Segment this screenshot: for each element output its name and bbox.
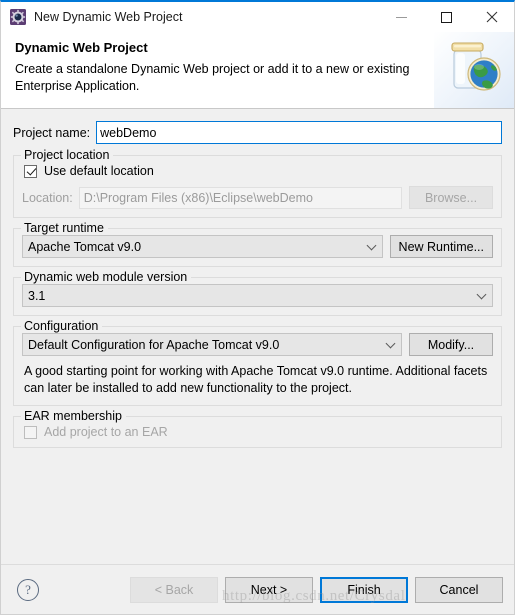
help-icon[interactable]: ? bbox=[17, 578, 39, 601]
dialog-footer: ? < Back Next > Finish Cancel bbox=[1, 564, 514, 614]
module-version-group: Dynamic web module version 3.1 bbox=[13, 270, 502, 316]
use-default-location-label: Use default location bbox=[44, 164, 154, 178]
location-label: Location: bbox=[22, 190, 73, 205]
module-version-group-title: Dynamic web module version bbox=[21, 270, 192, 284]
use-default-location-checkbox[interactable] bbox=[24, 164, 37, 178]
dialog-body: Project name: Project location Use defau… bbox=[1, 109, 514, 564]
use-default-location-row[interactable]: Use default location bbox=[24, 164, 493, 178]
ear-membership-group: EAR membership Add project to an EAR bbox=[13, 409, 502, 448]
module-version-combo[interactable]: 3.1 bbox=[22, 284, 493, 307]
project-name-row: Project name: bbox=[13, 121, 502, 144]
next-button[interactable]: Next > bbox=[225, 576, 313, 603]
configuration-row: Default Configuration for Apache Tomcat … bbox=[22, 333, 493, 356]
minimize-button[interactable] bbox=[379, 2, 424, 32]
chevron-down-icon bbox=[476, 289, 487, 299]
finish-button[interactable]: Finish bbox=[320, 576, 408, 603]
target-runtime-combo[interactable]: Apache Tomcat v9.0 bbox=[22, 235, 383, 258]
window-controls bbox=[379, 2, 514, 32]
target-runtime-group: Target runtime Apache Tomcat v9.0 New Ru… bbox=[13, 221, 502, 267]
module-version-value: 3.1 bbox=[28, 288, 46, 303]
back-button[interactable]: < Back bbox=[130, 576, 218, 603]
location-row: Location: D:\Program Files (x86)\Eclipse… bbox=[22, 186, 493, 209]
ear-membership-group-title: EAR membership bbox=[21, 409, 126, 423]
modify-button[interactable]: Modify... bbox=[409, 333, 493, 356]
close-button[interactable] bbox=[469, 2, 514, 32]
configuration-group-title: Configuration bbox=[21, 319, 103, 333]
configuration-group: Configuration Default Configuration for … bbox=[13, 319, 502, 406]
footer-buttons: < Back Next > Finish Cancel bbox=[130, 576, 503, 603]
new-runtime-button[interactable]: New Runtime... bbox=[389, 235, 493, 258]
page-description: Create a standalone Dynamic Web project … bbox=[15, 62, 410, 93]
configuration-description: A good starting point for working with A… bbox=[24, 364, 488, 395]
project-location-group-title: Project location bbox=[21, 148, 114, 162]
module-version-row: 3.1 bbox=[22, 284, 493, 307]
target-runtime-value: Apache Tomcat v9.0 bbox=[28, 239, 142, 254]
add-project-to-ear-checkbox[interactable] bbox=[24, 425, 37, 439]
cancel-button[interactable]: Cancel bbox=[415, 576, 503, 603]
project-name-input[interactable] bbox=[96, 121, 502, 144]
window-title: New Dynamic Web Project bbox=[34, 10, 183, 24]
target-runtime-group-title: Target runtime bbox=[21, 221, 108, 235]
add-project-to-ear-row[interactable]: Add project to an EAR bbox=[24, 425, 493, 439]
location-field[interactable]: D:\Program Files (x86)\Eclipse\webDemo bbox=[78, 186, 402, 209]
chevron-down-icon bbox=[385, 338, 396, 348]
configuration-combo[interactable]: Default Configuration for Apache Tomcat … bbox=[22, 333, 402, 356]
title-bar: New Dynamic Web Project bbox=[1, 2, 514, 32]
configuration-value: Default Configuration for Apache Tomcat … bbox=[28, 337, 280, 352]
project-name-label: Project name: bbox=[13, 125, 91, 140]
wizard-header: Dynamic Web Project Create a standalone … bbox=[1, 32, 514, 109]
eclipse-project-icon bbox=[10, 9, 26, 25]
jar-with-globe-icon bbox=[434, 32, 514, 108]
chevron-down-icon bbox=[366, 240, 376, 250]
maximize-button[interactable] bbox=[424, 2, 469, 32]
target-runtime-row: Apache Tomcat v9.0 New Runtime... bbox=[22, 235, 493, 258]
project-location-group: Project location Use default location Lo… bbox=[13, 148, 502, 218]
dialog-window: New Dynamic Web Project Dynamic Web Proj… bbox=[0, 0, 515, 615]
browse-button[interactable]: Browse... bbox=[409, 186, 493, 209]
add-project-to-ear-label: Add project to an EAR bbox=[44, 425, 168, 439]
